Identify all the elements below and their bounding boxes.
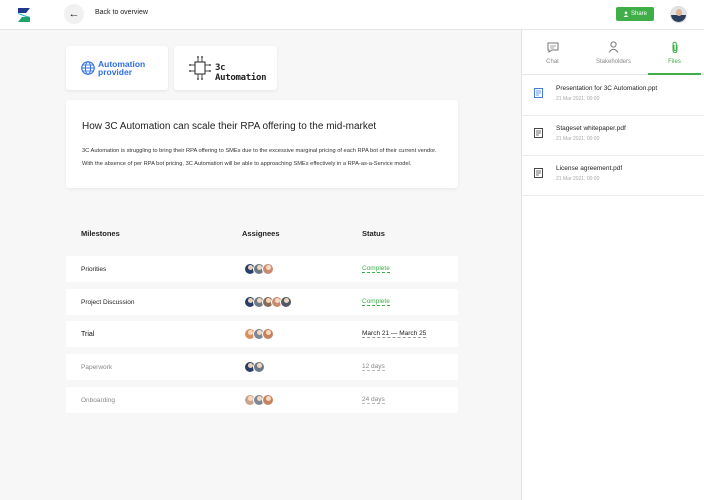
table-row[interactable]: Project Discussion Complete [66, 289, 458, 315]
milestone-name: Project Discussion [81, 299, 135, 306]
avatar [280, 296, 292, 308]
avatar [262, 328, 274, 340]
assignee-avatars[interactable] [244, 328, 274, 340]
table-row[interactable]: Priorities Complete [66, 256, 458, 282]
avatar [262, 394, 274, 406]
tab-files-label: Files [668, 59, 681, 65]
avatar [253, 361, 265, 373]
side-panel-tabs: Chat Stakeholders Files [522, 30, 704, 75]
milestone-status[interactable]: Complete [362, 298, 390, 306]
assignee-avatars[interactable] [244, 263, 274, 275]
status-header: Status [362, 229, 385, 238]
milestone-status[interactable]: March 21 — March 25 [362, 330, 427, 338]
assignee-avatars[interactable] [244, 361, 265, 373]
chat-icon [547, 40, 559, 54]
user-plus-icon [623, 11, 629, 17]
milestone-status[interactable]: Complete [362, 265, 390, 273]
circuit-icon [189, 56, 211, 80]
table-row[interactable]: Paperwork 12 days [66, 354, 458, 380]
milestone-status[interactable]: 12 days [362, 363, 385, 371]
document-file-icon [534, 168, 543, 178]
globe-icon [81, 61, 95, 75]
milestones-header: Milestones [81, 229, 120, 238]
milestone-name: Paperwork [81, 364, 113, 371]
file-name: Presentation for 3C Automation.ppt [556, 85, 658, 92]
assignee-avatars[interactable] [244, 394, 274, 406]
file-date: 21 Mar 2021, 00:00 [556, 176, 600, 182]
file-date: 21 Mar 2021, 00:00 [556, 96, 600, 102]
milestone-name: Trial [81, 331, 95, 338]
file-name: Stageset whitepaper.pdf [556, 125, 626, 132]
file-item[interactable]: Presentation for 3C Automation.ppt 21 Ma… [522, 76, 704, 116]
milestone-name: Priorities [81, 266, 107, 273]
file-name: License agreement.pdf [556, 165, 623, 172]
back-label[interactable]: Back to overview [95, 9, 148, 16]
person-icon [608, 40, 619, 54]
milestone-name: Onboarding [81, 397, 115, 404]
back-button[interactable]: ← [64, 4, 84, 24]
partner-logo-3c-automation: 3c Automation [174, 46, 277, 90]
share-button[interactable]: Share [616, 7, 654, 21]
share-label: Share [630, 11, 647, 17]
avatar [262, 263, 274, 275]
file-item[interactable]: License agreement.pdf 21 Mar 2021, 00:00 [522, 156, 704, 196]
table-row[interactable]: Trial March 21 — March 25 [66, 321, 458, 347]
file-date: 21 Mar 2021, 00:00 [556, 136, 600, 142]
tab-files[interactable]: Files [644, 30, 704, 75]
partner-logo-automation-provider: Automation provider [66, 46, 168, 90]
tab-chat[interactable]: Chat [522, 30, 583, 74]
tab-stakeholders[interactable]: Stakeholders [583, 30, 644, 74]
summary-body: 3C Automation is struggling to bring the… [82, 148, 437, 167]
top-bar: ← Back to overview Share [0, 0, 704, 30]
user-avatar[interactable] [670, 6, 687, 23]
file-item[interactable]: Stageset whitepaper.pdf 21 Mar 2021, 00:… [522, 116, 704, 156]
summary-card: How 3C Automation can scale their RPA of… [66, 100, 458, 188]
arrow-left-icon: ← [68, 8, 80, 20]
assignees-header: Assignees [242, 229, 280, 238]
app-logo[interactable] [14, 5, 34, 25]
tab-chat-label: Chat [546, 59, 559, 65]
assignee-avatars[interactable] [244, 296, 292, 308]
side-panel: Chat Stakeholders Files Presentation for… [521, 30, 704, 500]
paperclip-icon [670, 40, 680, 54]
presentation-file-icon [534, 88, 543, 98]
milestone-status[interactable]: 24 days [362, 396, 385, 404]
table-row[interactable]: Onboarding 24 days [66, 387, 458, 413]
tab-stakeholders-label: Stakeholders [595, 59, 632, 65]
document-file-icon [534, 128, 543, 138]
automation-provider-logo-text: Automation provider [98, 59, 146, 77]
3c-automation-logo-text: 3c Automation [215, 63, 267, 83]
summary-title: How 3C Automation can scale their RPA of… [82, 121, 377, 132]
